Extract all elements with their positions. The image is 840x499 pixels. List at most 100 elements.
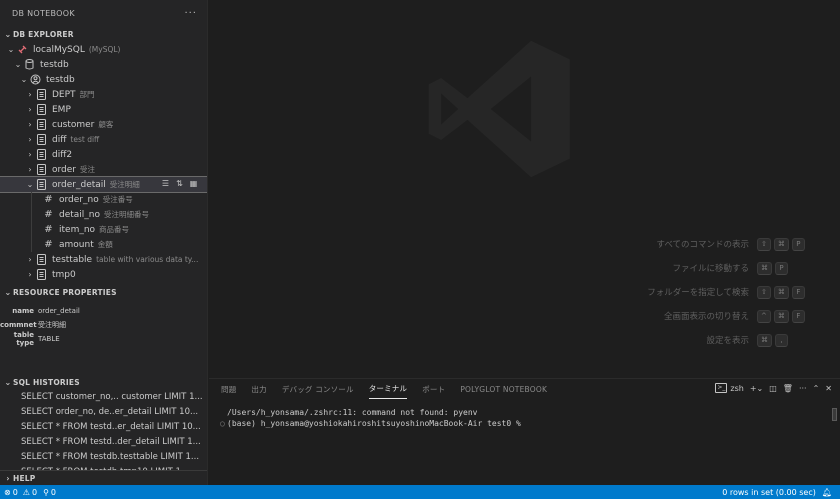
problems-indicator[interactable]: ⊗ 0 ⚠︎ 0 <box>4 488 37 497</box>
property-row: table type TABLE <box>13 331 60 347</box>
sidebar-title-bar: DB NOTEBOOK ··· <box>0 0 207 26</box>
db-tree: ⌄ localMySQL (MySQL) ⌄ testdb ⌄ testdb ›… <box>0 42 207 282</box>
status-bar: ⊗ 0 ⚠︎ 0 ⚲ 0 0 rows in set (0.00 sec) 🔔︎ <box>0 485 840 499</box>
terminal-scrollbar[interactable] <box>832 408 837 421</box>
resource-properties: name order_detail commnet 受注明細 table type TAB… <box>0 300 207 347</box>
table-icon <box>35 134 48 145</box>
history-item[interactable]: SELECT * FROM testdb.testtable LIMIT 1..… <box>0 449 207 464</box>
history-item[interactable]: SELECT * FROM testd..der_detail LIMIT 1.… <box>0 434 207 449</box>
chevron-down-icon: ⌄ <box>14 60 22 69</box>
terminal-icon: >_ <box>715 383 728 393</box>
tree-item-table[interactable]: › diff2 <box>0 147 207 162</box>
chevron-right-icon: › <box>28 270 32 279</box>
chevron-right-icon: › <box>28 255 32 264</box>
table-icon <box>35 269 48 280</box>
sidebar-title: DB NOTEBOOK <box>12 8 75 18</box>
tree-item-table[interactable]: › diff test diff <box>0 132 207 147</box>
chevron-right-icon: › <box>28 165 32 174</box>
panel-tab[interactable]: 問題 <box>221 379 236 399</box>
shortcut-row: 設定を表示 ⌘, <box>431 328 831 352</box>
history-item[interactable]: SELECT customer_no,.. customer LIMIT 1..… <box>0 389 207 404</box>
terminal-shell-indicator[interactable]: >_ zsh <box>715 383 744 393</box>
property-row: name order_detail <box>12 307 80 315</box>
add-terminal-icon[interactable]: +⌄ <box>750 384 763 393</box>
indent-guide <box>31 192 32 252</box>
warning-icon: ⚠︎ <box>22 487 30 497</box>
tree-item-table[interactable]: › order 受注 <box>0 162 207 177</box>
help-header[interactable]: › HELP <box>0 470 207 485</box>
panel-tab[interactable]: デバッグ コンソール <box>282 379 354 399</box>
property-row: commnet 受注明細 <box>0 321 66 329</box>
column-list: # order_no 受注番号 # detail_no 受注明細番号 # item_no 商品番… <box>0 192 207 252</box>
ports-indicator[interactable]: ⚲ 0 <box>43 488 56 497</box>
hash-icon: # <box>44 209 53 220</box>
maximize-panel-icon[interactable]: ⌃ <box>813 384 820 393</box>
chevron-down-icon: ⌄ <box>4 377 12 387</box>
shortcut-row: ファイルに移動する ⌘ P <box>431 256 831 280</box>
sql-histories-header[interactable]: ⌄ SQL HISTORIES <box>0 374 207 390</box>
keycap: ⇧ <box>757 237 771 251</box>
welcome-shortcuts: すべてのコマンドの表示 ⇧ ⌘ P ファイルに移動する ⌘ P フォルダーを指定して検索 ⇧ ⌘ F… <box>431 232 831 352</box>
panel-tab[interactable]: ターミナル <box>368 379 408 399</box>
split-terminal-icon[interactable]: ◫ <box>769 384 777 393</box>
keycap: ⌘ <box>757 333 772 347</box>
tree-item-database[interactable]: ⌄ testdb <box>0 57 207 72</box>
chevron-right-icon: › <box>6 473 10 483</box>
keycap: P <box>775 261 788 275</box>
shortcut-row: 全画面表示の切り替え ^ ⌘ F <box>431 304 831 328</box>
chevron-right-icon: › <box>28 150 32 159</box>
more-actions-icon[interactable]: ··· <box>799 384 807 393</box>
hash-icon: # <box>44 224 53 235</box>
keycap: ⌘ <box>773 309 789 323</box>
resource-properties-header[interactable]: ⌄ RESOURCE PROPERTIES <box>0 284 207 300</box>
keycap: ^ <box>757 309 771 323</box>
schema-icon <box>29 74 42 85</box>
history-item[interactable]: SELECT order_no, de..er_detail LIMIT 10.… <box>0 404 207 419</box>
antenna-icon: ⚲ <box>43 487 49 497</box>
compare-icon[interactable]: ⇅ <box>174 178 185 189</box>
list-icon[interactable]: ☰ <box>160 178 171 189</box>
plug-icon <box>16 44 29 55</box>
tree-item-table[interactable]: › tmp0 <box>0 267 207 282</box>
keycap: ⌘ <box>757 261 772 275</box>
tree-item-schema[interactable]: ⌄ testdb <box>0 72 207 87</box>
close-panel-icon[interactable]: ✕ <box>825 384 832 393</box>
tree-item-table[interactable]: › testtable table with various data ty... <box>0 252 207 267</box>
panel-tab[interactable]: ポート <box>422 379 445 399</box>
tree-item-connection[interactable]: ⌄ localMySQL (MySQL) <box>0 42 207 57</box>
table-list: › DEPT 部門 › EMP › customer 顧客 › diff test diff › dif… <box>0 87 207 193</box>
vscode-logo-watermark-icon <box>428 40 570 178</box>
chevron-right-icon: › <box>28 105 32 114</box>
chevron-down-icon: ⌄ <box>4 287 12 297</box>
table-icon <box>35 104 48 115</box>
row-actions: ☰ ⇅ ▦ <box>160 178 199 189</box>
keycap: ⌘ <box>773 237 789 251</box>
shortcut-row: すべてのコマンドの表示 ⇧ ⌘ P <box>431 232 831 256</box>
table-icon <box>35 164 48 175</box>
terminal-output[interactable]: /Users/h_yonsama/.zshrc:11: command not … <box>209 399 840 429</box>
history-item[interactable]: SELECT * FROM testd..er_detail LIMIT 10.… <box>0 419 207 434</box>
panel-tab[interactable]: POLYGLOT NOTEBOOK <box>460 379 547 399</box>
tree-item-table[interactable]: ⌄ order_detail 受注明細 ☰ ⇅ ▦ <box>0 176 207 193</box>
trash-icon[interactable]: 🗑︎ <box>783 384 793 393</box>
table-list-rest: › testtable table with various data ty... ›… <box>0 252 207 282</box>
db-explorer-header[interactable]: ⌄ DB EXPLORER <box>0 26 207 42</box>
prompt-circle-icon: ○ <box>220 419 225 428</box>
table-icon <box>35 254 48 265</box>
rows-status[interactable]: 0 rows in set (0.00 sec) <box>722 488 816 497</box>
table-view-icon[interactable]: ▦ <box>188 178 199 189</box>
panel-tab[interactable]: 出力 <box>251 379 266 399</box>
chevron-down-icon: ⌄ <box>4 29 12 39</box>
keycap: ⇧ <box>757 285 771 299</box>
keycap: P <box>791 237 805 251</box>
hash-icon: # <box>44 194 53 205</box>
table-icon <box>35 119 48 130</box>
ellipsis-icon[interactable]: ··· <box>184 8 197 19</box>
tree-item-table[interactable]: › DEPT 部門 <box>0 87 207 102</box>
chevron-down-icon: ⌄ <box>7 45 15 54</box>
tree-item-table[interactable]: › EMP <box>0 102 207 117</box>
bell-icon[interactable]: 🔔︎ <box>822 488 832 497</box>
chevron-down-icon: ⌄ <box>26 180 34 189</box>
tree-item-table[interactable]: › customer 顧客 <box>0 117 207 132</box>
hash-icon: # <box>44 239 53 250</box>
